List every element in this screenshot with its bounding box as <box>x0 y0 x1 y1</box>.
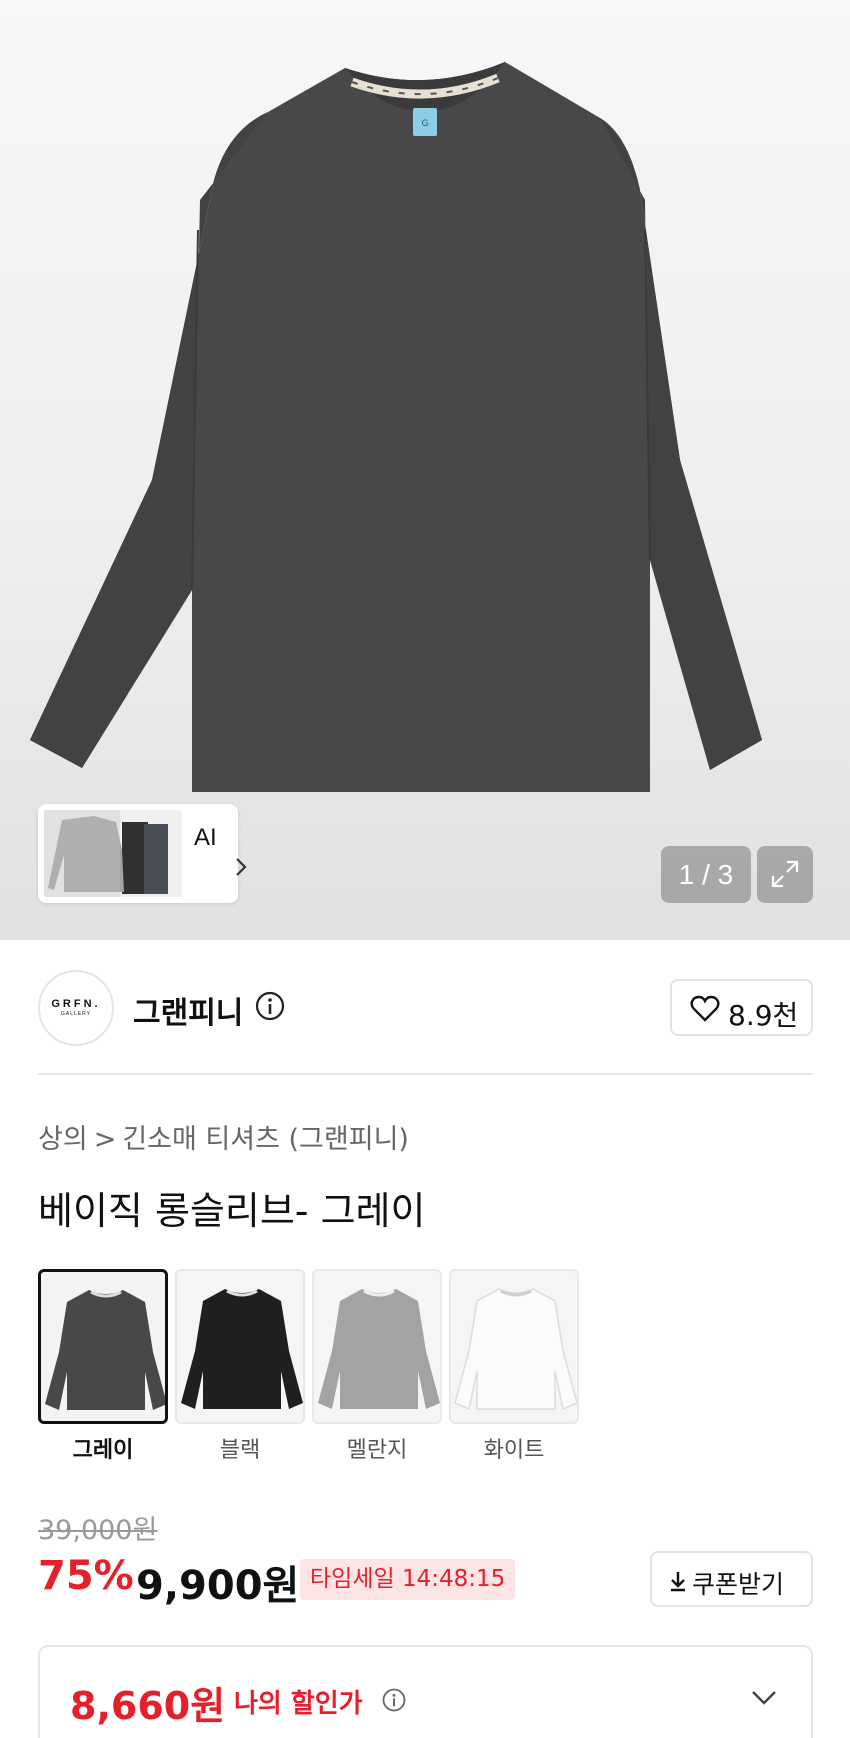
heart-icon <box>690 995 720 1022</box>
divider <box>38 1073 813 1075</box>
color-label: 멜란지 <box>346 1438 408 1463</box>
timesale-badge: 타임세일 14:48:15 <box>300 1559 516 1600</box>
expand-image-button[interactable] <box>757 846 813 903</box>
my-discount-label: 나의 할인가 <box>234 1689 363 1719</box>
my-discount-price: 8,660원 <box>70 1684 226 1728</box>
download-icon <box>671 1572 685 1592</box>
product-main-image: G <box>30 62 762 792</box>
color-label: 그레이 <box>72 1438 134 1463</box>
color-option-black[interactable] <box>175 1269 305 1424</box>
chevron-down-icon <box>752 1691 776 1705</box>
brand-logo-subtext: GALLERY <box>61 1011 91 1017</box>
timesale-label: 타임세일 <box>310 1566 395 1592</box>
ai-label: AI <box>194 824 217 851</box>
swatch-image-black <box>181 1289 303 1409</box>
pager-current: 1 <box>678 859 695 890</box>
ai-recommendation-button[interactable]: AI <box>38 804 247 903</box>
brand-logo[interactable]: GRFN. GALLERY <box>38 970 114 1046</box>
product-title: 베이직 롱슬리브- 그레이 <box>38 1189 426 1233</box>
chevron-right-icon <box>236 858 247 876</box>
coupon-button[interactable]: 쿠폰받기 <box>650 1551 813 1607</box>
brand-logo-text: GRFN. <box>51 998 101 1010</box>
image-pager: 1 / 3 <box>661 846 751 903</box>
color-option-white[interactable] <box>449 1269 579 1424</box>
expand-icon <box>771 860 799 888</box>
swatch-image-gray <box>45 1290 165 1410</box>
product-image-gallery[interactable]: G AI 1 / 3 <box>0 0 850 940</box>
svg-text:G: G <box>422 119 429 129</box>
color-label: 블랙 <box>219 1438 261 1463</box>
ai-thumbnail-image <box>44 810 182 897</box>
pager-total: 3 <box>717 859 734 890</box>
chevron-right-icon: > <box>93 1124 117 1155</box>
brand-name-link[interactable]: 그랜피니 <box>133 988 243 1032</box>
color-option-melange[interactable] <box>312 1269 442 1424</box>
swatch-image-melange <box>318 1289 440 1409</box>
discount-rate: 75% <box>38 1553 134 1599</box>
info-icon[interactable] <box>255 991 285 1021</box>
breadcrumb-category[interactable]: 상의 <box>38 1124 88 1155</box>
color-label: 화이트 <box>483 1438 545 1463</box>
info-icon[interactable] <box>382 1688 406 1712</box>
original-price: 39,000원 <box>38 1515 158 1546</box>
timesale-countdown: 14:48:15 <box>401 1566 506 1592</box>
breadcrumb-subcategory[interactable]: 긴소매 티셔츠 (그랜피니) <box>122 1124 409 1155</box>
coupon-button-label: 쿠폰받기 <box>692 1570 785 1599</box>
like-button[interactable]: 8.9천 <box>670 979 813 1036</box>
color-option-gray[interactable] <box>38 1269 168 1424</box>
swatch-image-white <box>454 1288 577 1411</box>
like-count: 8.9천 <box>728 999 799 1032</box>
my-discount-panel[interactable]: 8,660원 나의 할인가 <box>38 1645 813 1738</box>
breadcrumb: 상의 > 긴소매 티셔츠 (그랜피니) <box>38 1117 409 1156</box>
sale-price: 9,900원 <box>136 1563 300 1609</box>
